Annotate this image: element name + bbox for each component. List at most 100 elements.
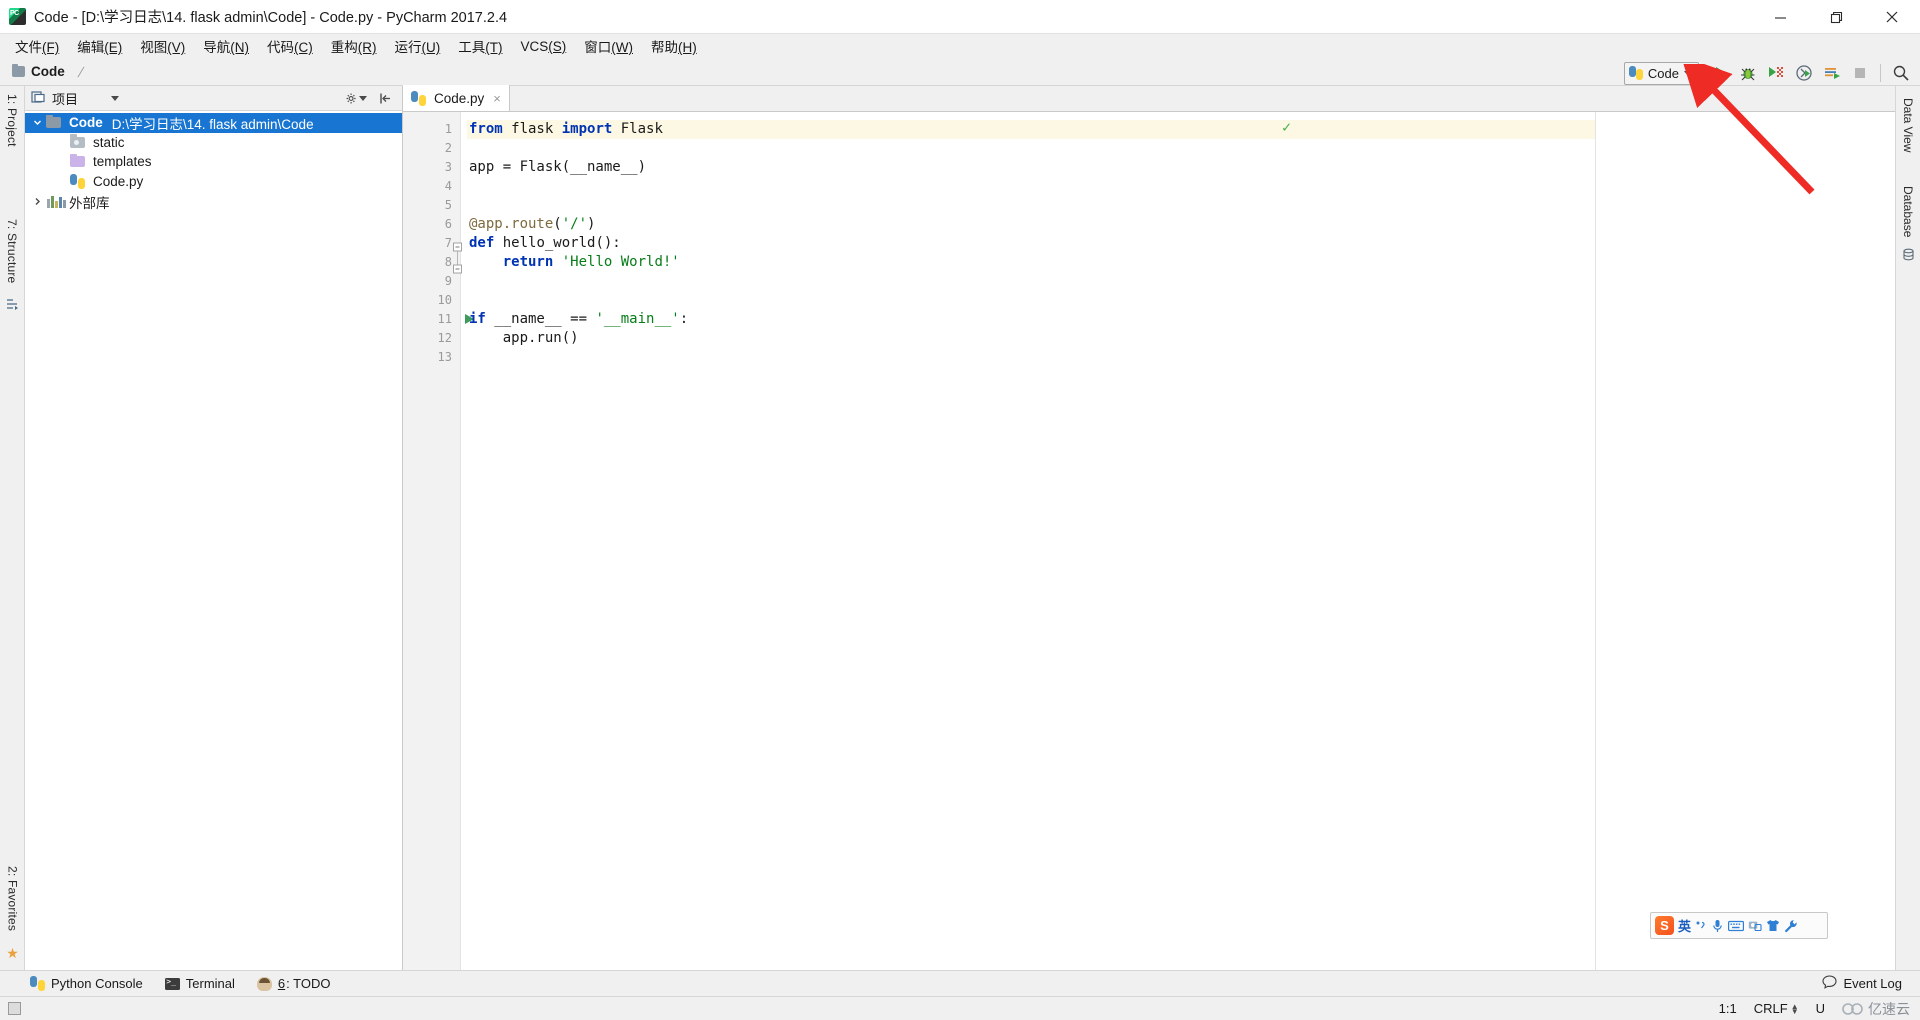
menu-tools[interactable]: 工具(T) bbox=[449, 34, 511, 58]
keyboard-icon[interactable] bbox=[1728, 920, 1745, 932]
sidebar-tab-structure[interactable]: 7: Structure bbox=[5, 211, 19, 291]
caret-position[interactable]: 1:1 bbox=[1719, 1001, 1737, 1016]
project-tree[interactable]: Code D:\学习日志\14. flask admin\Code static… bbox=[25, 111, 402, 970]
menu-vcs[interactable]: VCS(S) bbox=[512, 37, 576, 56]
menu-navigate-label: 导航 bbox=[203, 40, 231, 55]
cloud-icon bbox=[1842, 1002, 1864, 1016]
maximize-button[interactable] bbox=[1808, 0, 1864, 34]
stop-button[interactable] bbox=[1847, 60, 1873, 86]
tool-window-terminal[interactable]: Terminal bbox=[164, 976, 235, 991]
inspection-status-icon[interactable]: ✓ bbox=[1282, 118, 1291, 136]
tools-wrench-icon[interactable] bbox=[1784, 919, 1798, 933]
search-everywhere-button[interactable] bbox=[1888, 60, 1914, 86]
menu-view[interactable]: 视图(V) bbox=[131, 34, 194, 58]
menu-refactor[interactable]: 重构(R) bbox=[322, 34, 386, 58]
status-bar-right: 1:1 CRLF ▲ ▼ U 亿速云 bbox=[1719, 999, 1910, 1019]
event-log-button[interactable]: Event Log bbox=[1822, 975, 1902, 992]
code-line-3: app = Flask(__name__) bbox=[469, 159, 647, 175]
templates-folder-icon bbox=[70, 153, 87, 169]
breadcrumb-separator-icon: / bbox=[76, 63, 86, 80]
close-icon[interactable]: × bbox=[493, 91, 501, 106]
menu-vcs-mnemonic: (S) bbox=[548, 38, 567, 54]
menu-refactor-label: 重构 bbox=[330, 40, 358, 55]
main-toolbar: Code bbox=[1623, 58, 1920, 88]
breadcrumb-label: Code bbox=[31, 64, 65, 79]
gear-dropdown-chevron-icon bbox=[359, 95, 367, 101]
close-button[interactable] bbox=[1864, 0, 1920, 34]
attach-to-process-button[interactable] bbox=[1819, 60, 1845, 86]
run-button[interactable] bbox=[1707, 60, 1733, 86]
tree-node-templates[interactable]: templates bbox=[25, 152, 402, 172]
debug-button[interactable] bbox=[1735, 60, 1761, 86]
menu-code-mnemonic: (C) bbox=[294, 40, 313, 55]
tree-node-path: D:\学习日志\14. flask admin\Code bbox=[111, 116, 314, 132]
menu-file[interactable]: 文件(F) bbox=[6, 34, 68, 58]
menu-run-mnemonic: (U) bbox=[421, 40, 441, 55]
microphone-icon[interactable] bbox=[1711, 919, 1724, 933]
file-encoding[interactable]: U bbox=[1816, 1001, 1825, 1016]
code-content[interactable]: from flask import Flask app = Flask(__na… bbox=[461, 112, 1595, 970]
sidebar-tab-data-view[interactable]: Data View bbox=[1901, 92, 1915, 158]
skin-icon[interactable] bbox=[1766, 919, 1780, 932]
title-bar: Code - [D:\学习日志\14. flask admin\Code] - … bbox=[0, 0, 1920, 34]
code-line-6: @app.route('/') bbox=[469, 216, 596, 232]
ime-punctuation-icon[interactable] bbox=[1695, 920, 1707, 932]
editor-tab-label: Code.py bbox=[434, 90, 485, 106]
tree-node-label: 外部库 bbox=[69, 195, 110, 211]
collapse-all-icon[interactable] bbox=[374, 87, 396, 109]
tree-node-label: Code bbox=[69, 115, 103, 131]
menu-run[interactable]: 运行(U) bbox=[386, 34, 450, 58]
menu-code[interactable]: 代码(C) bbox=[258, 34, 322, 58]
watermark: 亿速云 bbox=[1842, 999, 1910, 1019]
editor-tab-code-py[interactable]: Code.py × bbox=[403, 85, 510, 111]
minimize-button[interactable] bbox=[1752, 0, 1808, 34]
profile-button[interactable] bbox=[1791, 60, 1817, 86]
menu-help[interactable]: 帮助(H) bbox=[642, 34, 706, 58]
watermark-label: 亿速云 bbox=[1868, 1000, 1910, 1017]
chevron-down-icon[interactable] bbox=[29, 118, 46, 127]
menu-edit[interactable]: 编辑(E) bbox=[68, 34, 131, 58]
tool-window-python-console[interactable]: Python Console bbox=[30, 976, 143, 991]
breadcrumb[interactable]: Code / bbox=[12, 63, 86, 80]
menu-file-label: 文件 bbox=[15, 40, 42, 55]
project-tool-window: 项目 Code D:\学习日志\14. flask admin\Code sta… bbox=[25, 86, 403, 970]
folder-icon bbox=[46, 114, 63, 130]
tree-node-code-py[interactable]: Code.py bbox=[25, 172, 402, 192]
tool-window-todo[interactable]: 6 : TODO bbox=[256, 976, 330, 991]
menu-window[interactable]: 窗口(W) bbox=[575, 34, 642, 58]
chevron-down-icon[interactable] bbox=[111, 95, 120, 101]
ime-toolbar[interactable]: S 英 bbox=[1650, 912, 1828, 939]
line-separator[interactable]: CRLF ▲ ▼ bbox=[1754, 1001, 1799, 1016]
tree-node-external-libraries[interactable]: 外部库 bbox=[25, 192, 402, 212]
static-folder-icon bbox=[70, 134, 87, 150]
run-with-coverage-button[interactable] bbox=[1763, 60, 1789, 86]
run-configuration-label: Code bbox=[1647, 65, 1679, 81]
sidebar-tab-project[interactable]: 1: Project bbox=[5, 86, 19, 155]
left-tool-rail: 1: Project 7: Structure 2: Favorites ★ bbox=[0, 86, 25, 970]
run-configuration-selector[interactable]: Code bbox=[1623, 61, 1699, 85]
pycharm-logo-icon bbox=[9, 8, 26, 25]
menu-run-label: 运行 bbox=[394, 40, 422, 55]
tree-node-code[interactable]: Code D:\学习日志\14. flask admin\Code bbox=[25, 113, 402, 133]
tool-window-bar-bottom: Python Console Terminal 6 : TODO Event L… bbox=[0, 970, 1920, 996]
editor-area: Code.py × 1 2 3 4 5 6 7 8 9 10 11 12 13 … bbox=[403, 85, 1895, 970]
chevron-right-icon[interactable] bbox=[29, 197, 46, 206]
menu-navigate[interactable]: 导航(N) bbox=[194, 34, 258, 58]
todo-icon bbox=[256, 976, 272, 991]
ime-mode-label[interactable]: 英 bbox=[1678, 916, 1691, 935]
screenshot-icon[interactable] bbox=[1748, 919, 1762, 932]
toggle-toolwindows-icon[interactable] bbox=[8, 1002, 21, 1015]
editor-gutter[interactable]: 1 2 3 4 5 6 7 8 9 10 11 12 13 bbox=[403, 112, 474, 970]
project-window-icon bbox=[31, 90, 45, 107]
project-panel-title: 项目 bbox=[52, 91, 79, 107]
sogou-ime-logo-icon[interactable]: S bbox=[1655, 916, 1674, 935]
sidebar-tab-database[interactable]: Database bbox=[1901, 180, 1915, 243]
code-editor[interactable]: 1 2 3 4 5 6 7 8 9 10 11 12 13 from flask… bbox=[403, 112, 1895, 970]
tree-node-static[interactable]: static bbox=[25, 133, 402, 153]
gear-icon[interactable] bbox=[345, 87, 367, 109]
sidebar-tab-favorites[interactable]: 2: Favorites bbox=[6, 858, 20, 939]
menu-bar: 文件(F) 编辑(E) 视图(V) 导航(N) 代码(C) 重构(R) 运行(U… bbox=[0, 34, 1920, 58]
